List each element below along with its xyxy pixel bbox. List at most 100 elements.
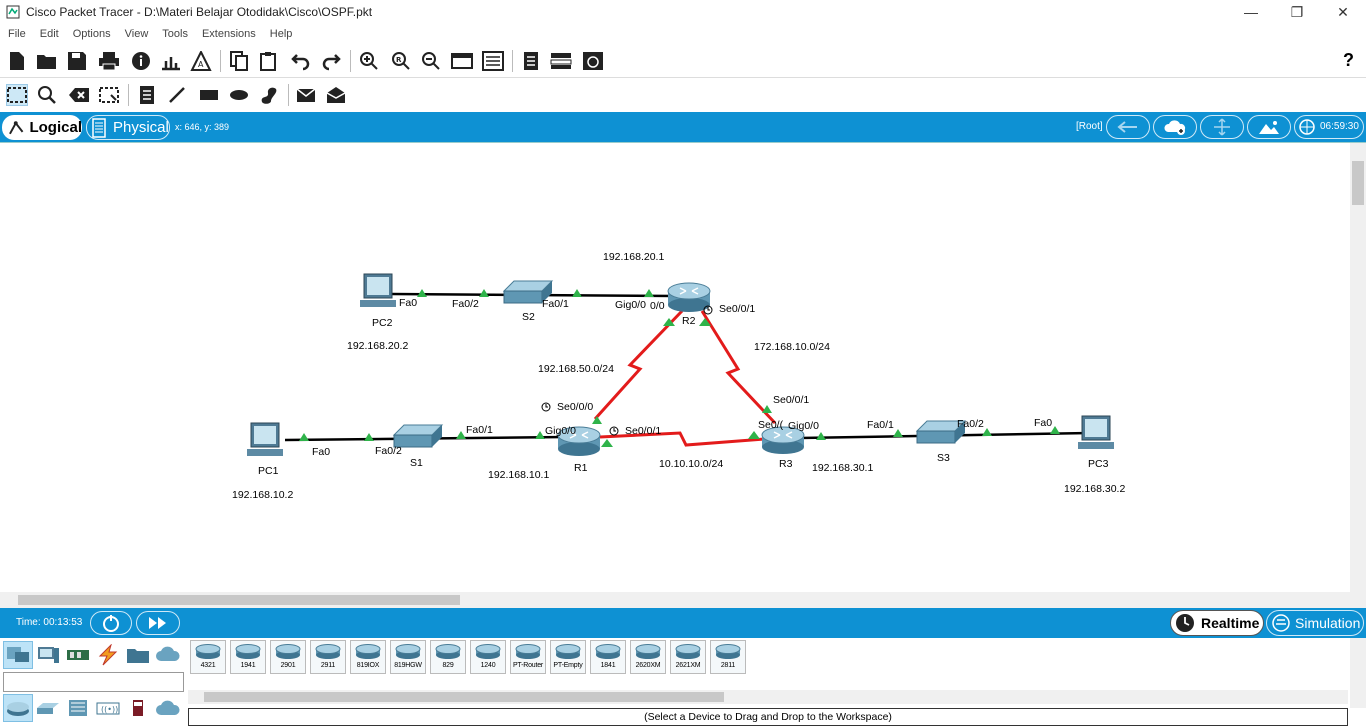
restore-button[interactable]: ❐ (1274, 0, 1320, 24)
new-cluster-button[interactable] (1153, 115, 1197, 139)
device-list-scrollbar[interactable] (188, 690, 1348, 704)
subcategory-security[interactable] (123, 694, 153, 722)
r1-r3-network-label: 10.10.10.0/24 (659, 458, 724, 470)
device-list-scroll-thumb[interactable] (204, 692, 724, 702)
draw-ellipse-icon[interactable] (228, 84, 250, 106)
zoom-reset-icon[interactable]: R (390, 50, 412, 72)
device-router-2911[interactable]: 2911 (310, 640, 346, 674)
close-button[interactable]: ✕ (1320, 0, 1366, 24)
help-icon[interactable]: ? (1343, 50, 1354, 71)
device-router-pt-empty[interactable]: PT-Empty (550, 640, 586, 674)
r1-name-label: R1 (574, 462, 588, 474)
device-router-2620xm[interactable]: 2620XM (630, 640, 666, 674)
power-cycle-button[interactable] (90, 611, 132, 635)
device-router-2811[interactable]: 2811 (710, 640, 746, 674)
category-components[interactable] (63, 641, 93, 669)
pc1-device-icon[interactable] (247, 422, 283, 456)
logical-workspace[interactable]: 192.168.20.1 Fa0 Fa0/2 Fa0/1 Gig0/0 0/0 … (0, 142, 1366, 608)
menu-help[interactable]: Help (270, 28, 293, 40)
pdu-list-icon[interactable] (550, 50, 572, 72)
activity-wizard-icon[interactable]: A (190, 50, 212, 72)
device-router-819iox[interactable]: 819IOX (350, 640, 386, 674)
custom-device-dialog-icon[interactable] (482, 50, 504, 72)
web-icon[interactable] (582, 50, 604, 72)
realtime-mode-button[interactable]: Realtime (1170, 610, 1264, 636)
paste-icon[interactable] (258, 50, 280, 72)
tab-physical-label: Physical (113, 119, 169, 136)
copy-icon[interactable] (228, 50, 250, 72)
device-router-829[interactable]: 829 (430, 640, 466, 674)
new-file-icon[interactable] (6, 50, 28, 72)
root-breadcrumb[interactable]: [Root] (1076, 121, 1103, 132)
device-router-819hgw[interactable]: 819HGW (390, 640, 426, 674)
category-network-devices[interactable] (3, 641, 33, 669)
menu-tools[interactable]: Tools (162, 28, 188, 40)
workspace-horizontal-scrollbar[interactable] (0, 592, 1366, 608)
fast-forward-button[interactable] (136, 611, 180, 635)
info-icon[interactable] (130, 50, 152, 72)
subcategory-switches[interactable] (33, 694, 63, 722)
device-router-1841[interactable]: 1841 (590, 640, 626, 674)
device-router-1240[interactable]: 1240 (470, 640, 506, 674)
draw-line-icon[interactable] (166, 84, 188, 106)
device-router-2901[interactable]: 2901 (270, 640, 306, 674)
serial-link-r2-r3[interactable] (700, 310, 777, 425)
r2-router-icon[interactable] (667, 282, 711, 312)
device-router-1941[interactable]: 1941 (230, 640, 266, 674)
device-router-4321[interactable]: 4321 (190, 640, 226, 674)
topology-canvas[interactable] (0, 143, 1350, 593)
s1-switch-icon[interactable] (392, 424, 444, 448)
pc2-device-icon[interactable] (360, 273, 396, 307)
open-folder-icon[interactable] (36, 50, 58, 72)
menu-extensions[interactable]: Extensions (202, 28, 256, 40)
network-info-icon[interactable] (160, 50, 182, 72)
category-connections[interactable] (93, 641, 123, 669)
menu-file[interactable]: File (8, 28, 26, 40)
drawing-palette-icon[interactable] (451, 50, 473, 72)
subcategory-hubs[interactable] (63, 694, 93, 722)
move-object-button[interactable] (1200, 115, 1244, 139)
device-router-pt[interactable]: PT-Router (510, 640, 546, 674)
save-icon[interactable] (66, 50, 88, 72)
switch-icon (37, 703, 59, 714)
horizontal-scroll-thumb[interactable] (18, 595, 460, 605)
set-background-button[interactable] (1247, 115, 1291, 139)
document-icon[interactable] (520, 50, 542, 72)
subcategory-routers[interactable] (3, 694, 33, 722)
delete-tool-icon[interactable] (68, 84, 90, 106)
back-button[interactable] (1106, 115, 1150, 139)
pc3-ip-label: 192.168.30.2 (1064, 483, 1126, 495)
simulation-mode-button[interactable]: Simulation (1266, 610, 1364, 636)
category-multiuser[interactable] (153, 641, 183, 669)
undo-icon[interactable] (290, 50, 312, 72)
category-misc[interactable] (123, 641, 153, 669)
subcategory-wireless[interactable]: ((•)) (93, 694, 123, 722)
add-complex-pdu-icon[interactable] (326, 84, 348, 106)
inspect-tool-icon[interactable] (36, 84, 58, 106)
device-list-vertical-scrollbar[interactable] (1350, 638, 1366, 708)
zoom-out-icon[interactable] (420, 50, 442, 72)
select-tool-icon[interactable] (6, 84, 28, 106)
draw-rectangle-icon[interactable] (198, 84, 220, 106)
menu-view[interactable]: View (125, 28, 149, 40)
workspace-vertical-scrollbar[interactable] (1350, 143, 1366, 593)
pc3-device-icon[interactable] (1078, 415, 1114, 449)
tab-logical[interactable]: Logical (2, 115, 82, 140)
subcategory-wan-emulation[interactable] (153, 694, 183, 722)
zoom-in-icon[interactable] (358, 50, 380, 72)
s3-fa02-label: Fa0/2 (957, 418, 984, 430)
r3-gig-label: Gig0/0 (788, 420, 819, 432)
tab-physical[interactable]: Physical (86, 115, 170, 140)
menu-edit[interactable]: Edit (40, 28, 59, 40)
redo-icon[interactable] (320, 50, 342, 72)
menu-options[interactable]: Options (73, 28, 111, 40)
freeform-tool-icon[interactable] (258, 84, 280, 106)
device-router-2621xm[interactable]: 2621XM (670, 640, 706, 674)
add-simple-pdu-icon[interactable] (296, 84, 318, 106)
category-end-devices[interactable] (33, 641, 63, 669)
note-tool-icon[interactable] (136, 84, 158, 106)
vertical-scroll-thumb[interactable] (1352, 161, 1364, 205)
print-icon[interactable] (98, 50, 120, 72)
minimize-button[interactable]: — (1228, 0, 1274, 24)
resize-tool-icon[interactable] (98, 84, 120, 106)
